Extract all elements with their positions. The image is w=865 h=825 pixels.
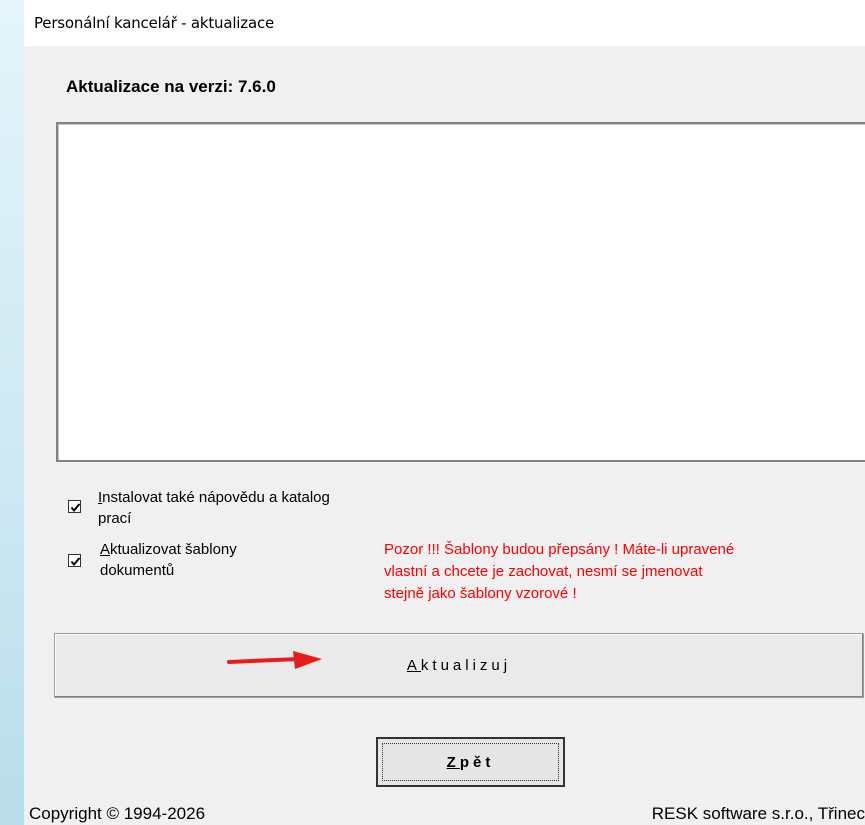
back-button-accel: Z: [446, 753, 460, 771]
back-button-text: Zpět: [447, 754, 495, 771]
update-templates-checkbox[interactable]: [68, 554, 81, 567]
version-label: Aktualizace na verzi: 7.6.0: [66, 77, 276, 96]
copyright-text: Copyright © 1994-2026: [29, 804, 206, 823]
update-button[interactable]: Aktualizuj: [54, 633, 864, 698]
checkmark-icon: [70, 557, 81, 567]
title-bar[interactable]: Personální kancelář - aktualizace: [24, 0, 865, 46]
warning-line-2: vlastní a chcete je zachovat, nesmí se j…: [384, 563, 703, 580]
install-help-text: nstalovat také nápovědu a katalog: [102, 489, 330, 506]
back-button[interactable]: Zpět: [376, 737, 565, 787]
back-button-label: pět: [459, 753, 495, 771]
update-dialog: Personální kancelář - aktualizace Aktual…: [24, 0, 865, 825]
template-overwrite-warning: Pozor !!! Šablony budou přepsány ! Máte-…: [384, 539, 864, 605]
window-title: Personální kancelář - aktualizace: [34, 14, 275, 32]
release-notes-box[interactable]: [56, 122, 865, 462]
install-help-label[interactable]: Instalovat také nápovědu a katalog prací: [98, 487, 398, 529]
update-templates-accel: A: [100, 541, 111, 558]
update-templates-text: ktualizovat šablony: [110, 541, 237, 558]
install-help-checkbox[interactable]: [68, 500, 81, 513]
warning-line-1: Pozor !!! Šablony budou přepsány ! Máte-…: [384, 541, 735, 558]
company-text: RESK software s.r.o., Třinec: [651, 804, 865, 823]
update-button-accel: A: [406, 657, 421, 674]
red-arrow-right-icon: [227, 651, 322, 669]
checkmark-icon: [70, 503, 81, 513]
update-button-label: ktualizuj: [420, 657, 512, 674]
update-templates-text-line2: dokumentů: [100, 562, 175, 579]
update-templates-label[interactable]: Aktualizovat šablony dokumentů: [100, 539, 340, 581]
install-help-text-line2: prací: [98, 510, 132, 527]
warning-line-3: stejně jako šablony vzorové !: [384, 585, 577, 602]
